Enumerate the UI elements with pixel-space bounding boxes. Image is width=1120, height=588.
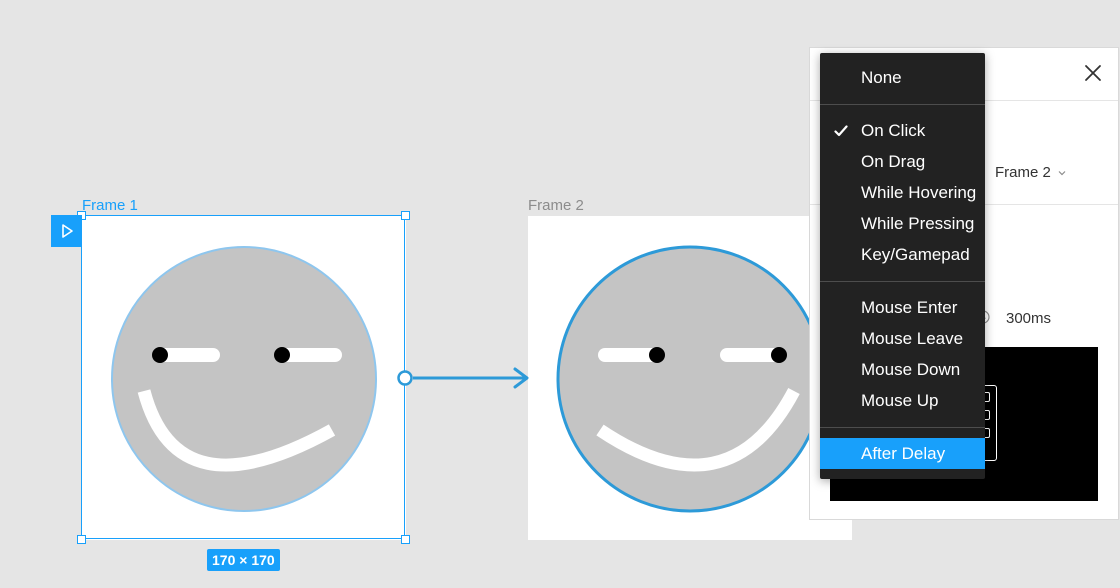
frame1-label[interactable]: Frame 1 [82,197,138,214]
menu-item-label: Mouse Leave [861,329,964,348]
menu-item-on-drag[interactable]: On Drag [820,146,985,177]
menu-item-mouse-leave[interactable]: Mouse Leave [820,323,985,354]
flow-starting-point-button[interactable] [51,215,82,247]
smiley-face-graphic-2[interactable] [528,216,852,540]
menu-item-mouse-enter[interactable]: Mouse Enter [820,292,985,323]
destination-value: Frame 2 [995,164,1051,181]
frame2-label[interactable]: Frame 2 [528,197,584,214]
menu-item-after-delay[interactable]: After Delay [820,438,985,469]
chevron-down-icon [1058,170,1066,175]
trigger-dropdown-menu: None On Click On Drag While Hovering Whi… [820,53,985,479]
menu-item-label: Key/Gamepad [861,245,970,264]
menu-item-on-click[interactable]: On Click [820,115,985,146]
menu-item-label: Mouse Down [861,360,961,379]
menu-separator [820,104,985,105]
menu-item-none[interactable]: None [820,62,985,93]
menu-separator [820,427,985,428]
menu-separator [820,281,985,282]
menu-item-mouse-down[interactable]: Mouse Down [820,354,985,385]
menu-item-while-pressing[interactable]: While Pressing [820,208,985,239]
frame2[interactable] [528,216,852,540]
play-icon [61,224,73,238]
close-icon[interactable] [1084,64,1102,82]
menu-item-label: While Pressing [861,214,975,233]
size-badge: 170 × 170 [207,549,280,571]
design-canvas[interactable]: Frame 1 Frame 2 170 × 170 Frame 2 300ms … [0,0,1120,588]
smiley-face-graphic[interactable] [82,216,406,540]
destination-select[interactable]: Frame 2 [995,164,1067,181]
frame1[interactable] [82,216,406,540]
checkmark-icon [834,115,850,146]
resize-handle-bottom-right[interactable] [401,535,410,544]
menu-item-label: After Delay [861,444,946,463]
menu-item-label: On Drag [861,152,926,171]
menu-item-label: Mouse Enter [861,298,958,317]
menu-item-label: None [861,68,902,87]
resize-handle-top-right[interactable] [401,211,410,220]
menu-item-label: While Hovering [861,183,977,202]
menu-item-label: On Click [861,121,926,140]
menu-item-while-hovering[interactable]: While Hovering [820,177,985,208]
duration-input[interactable]: 300ms [1006,310,1051,327]
resize-handle-bottom-left[interactable] [77,535,86,544]
menu-item-key-gamepad[interactable]: Key/Gamepad [820,239,985,270]
menu-item-label: Mouse Up [861,391,939,410]
menu-item-mouse-up[interactable]: Mouse Up [820,385,985,416]
